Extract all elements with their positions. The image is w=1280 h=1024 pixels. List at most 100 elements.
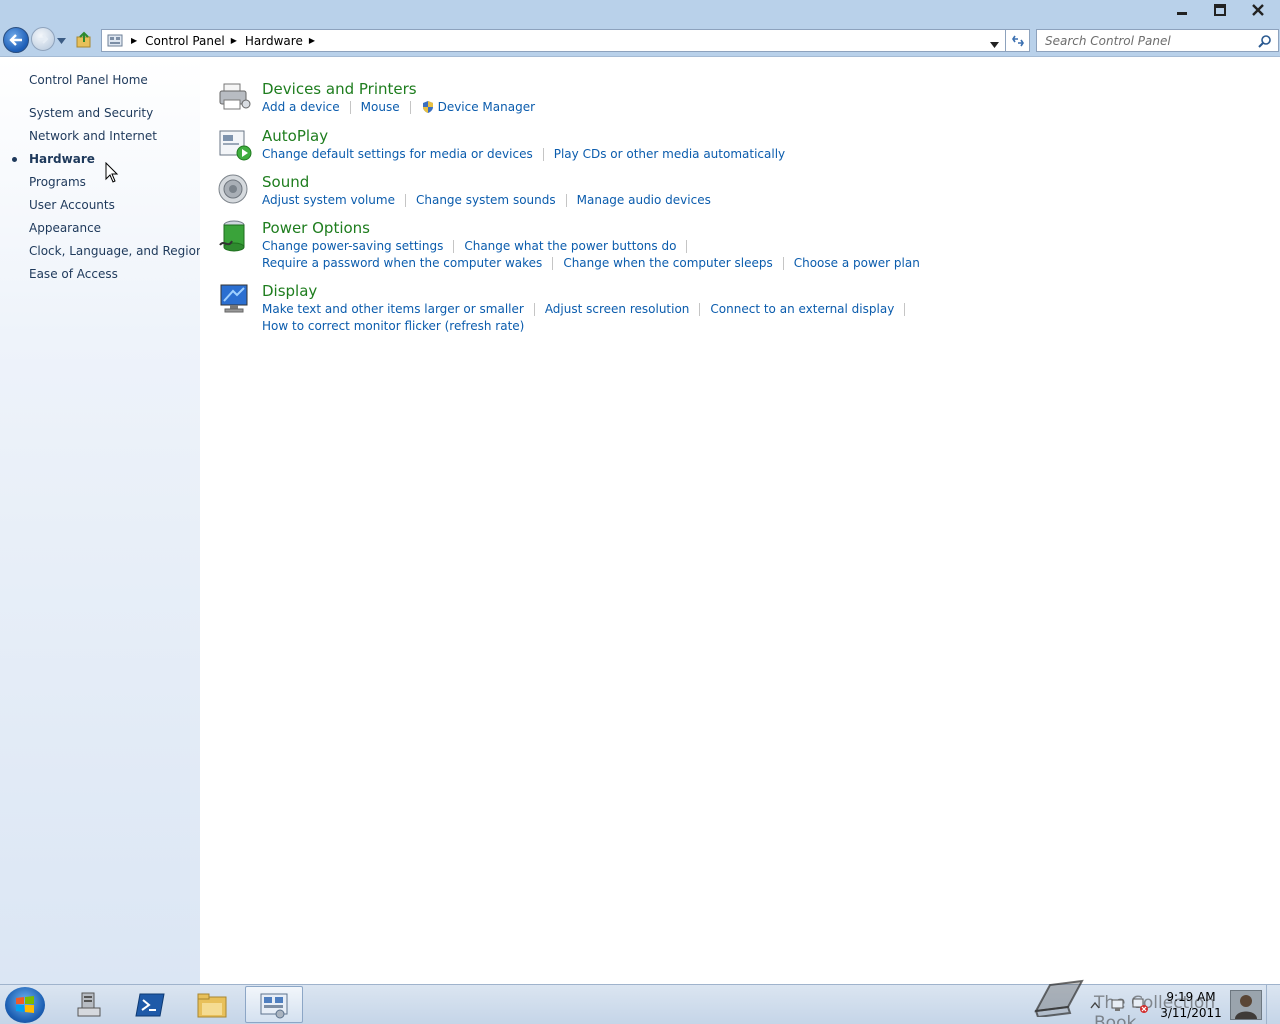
link-separator <box>699 302 701 316</box>
speaker-icon[interactable] <box>218 173 252 207</box>
arrow-right-icon <box>38 34 49 44</box>
printer-icon[interactable] <box>218 80 252 114</box>
search-icon[interactable] <box>1258 34 1272 48</box>
taskbar-server-manager[interactable] <box>60 986 118 1023</box>
action-center-icon[interactable] <box>1132 997 1148 1013</box>
choose-power-plan-link[interactable]: Choose a power plan <box>794 256 920 270</box>
link-separator <box>404 193 406 207</box>
devices-and-printers-link[interactable]: Devices and Printers <box>262 80 417 98</box>
display-tasks-row-2: How to correct monitor flicker (refresh … <box>262 319 524 333</box>
change-power-saving-settings-link[interactable]: Change power-saving settings <box>262 239 443 253</box>
devices-and-printers-tasks: Add a device Mouse Device Manager <box>262 100 535 114</box>
sidebar: Control Panel Home System and Security N… <box>0 58 204 984</box>
start-button[interactable] <box>5 987 45 1023</box>
add-a-device-link[interactable]: Add a device <box>262 100 340 114</box>
arrow-left-icon <box>9 34 22 46</box>
windows-logo-icon <box>16 996 34 1013</box>
sidebar-item-system-and-security[interactable]: System and Security <box>29 106 153 120</box>
sidebar-item-programs[interactable]: Programs <box>29 175 86 189</box>
show-hidden-icons-icon[interactable] <box>1090 1001 1100 1009</box>
autoplay-tasks: Change default settings for media or dev… <box>262 147 785 161</box>
restore-button[interactable] <box>1208 0 1232 20</box>
taskbar-explorer[interactable] <box>183 986 241 1023</box>
breadcrumb-hardware[interactable]: Hardware <box>245 34 303 48</box>
control-panel-icon <box>107 34 123 46</box>
sidebar-item-ease-of-access[interactable]: Ease of Access <box>29 267 118 281</box>
sidebar-item-network-and-internet[interactable]: Network and Internet <box>29 129 157 143</box>
server-manager-icon <box>77 992 101 1016</box>
link-separator <box>565 193 567 207</box>
navigation-bar: ▶ Control Panel ▶ Hardware ▶ <box>0 24 1280 57</box>
up-folder-button[interactable] <box>76 31 92 49</box>
device-manager-link[interactable]: Device Manager <box>438 100 535 114</box>
address-dropdown-button[interactable] <box>990 37 999 51</box>
power-options-link[interactable]: Power Options <box>262 219 370 237</box>
play-cds-automatically-link[interactable]: Play CDs or other media automatically <box>554 147 785 161</box>
link-separator <box>904 302 906 316</box>
recent-pages-button[interactable] <box>57 33 66 47</box>
breadcrumb-control-panel[interactable]: Control Panel <box>145 34 225 48</box>
refresh-icon <box>1011 35 1024 46</box>
sidebar-item-user-accounts[interactable]: User Accounts <box>29 198 115 212</box>
back-button[interactable] <box>3 27 29 53</box>
current-item-bullet <box>12 157 17 162</box>
sidebar-control-panel-home[interactable]: Control Panel Home <box>29 73 148 87</box>
taskbar-control-panel[interactable] <box>245 986 303 1023</box>
change-system-sounds-link[interactable]: Change system sounds <box>416 193 556 207</box>
breadcrumb-separator[interactable]: ▶ <box>131 36 137 45</box>
require-password-on-wake-link[interactable]: Require a password when the computer wak… <box>262 256 542 270</box>
close-button[interactable] <box>1246 0 1270 20</box>
adjust-screen-resolution-link[interactable]: Adjust screen resolution <box>545 302 690 316</box>
system-clock[interactable]: 9:19 AM 3/11/2011 <box>1160 989 1222 1021</box>
restore-icon <box>1214 4 1226 16</box>
avatar <box>1230 990 1262 1020</box>
sidebar-item-appearance[interactable]: Appearance <box>29 221 101 235</box>
change-default-media-settings-link[interactable]: Change default settings for media or dev… <box>262 147 533 161</box>
taskbar-powershell[interactable] <box>121 986 179 1023</box>
refresh-button[interactable] <box>1006 29 1030 52</box>
user-silhouette-icon <box>1235 995 1257 1019</box>
change-power-buttons-link[interactable]: Change what the power buttons do <box>464 239 676 253</box>
monitor-flicker-help-link[interactable]: How to correct monitor flicker (refresh … <box>262 319 524 333</box>
manage-audio-devices-link[interactable]: Manage audio devices <box>577 193 711 207</box>
search-input[interactable] <box>1037 33 1247 48</box>
power-options-tasks-row-1: Change power-saving settings Change what… <box>262 239 697 253</box>
link-separator <box>542 147 544 161</box>
folder-icon <box>197 993 227 1017</box>
address-bar[interactable]: ▶ Control Panel ▶ Hardware ▶ <box>101 29 1006 52</box>
search-box[interactable] <box>1036 29 1279 52</box>
clock-time: 9:19 AM <box>1166 990 1216 1004</box>
window-controls <box>1170 0 1270 20</box>
breadcrumb-separator[interactable]: ▶ <box>309 36 315 45</box>
connect-external-display-link[interactable]: Connect to an external display <box>710 302 894 316</box>
sidebar-item-hardware[interactable]: Hardware <box>29 152 95 166</box>
link-separator <box>552 256 554 270</box>
link-separator <box>686 239 688 253</box>
autoplay-link[interactable]: AutoPlay <box>262 127 328 145</box>
battery-icon[interactable] <box>218 219 252 253</box>
chevron-down-icon <box>990 42 999 48</box>
make-text-larger-link[interactable]: Make text and other items larger or smal… <box>262 302 524 316</box>
link-separator <box>782 256 784 270</box>
shield-icon <box>422 101 433 113</box>
mouse-link[interactable]: Mouse <box>361 100 400 114</box>
minimize-button[interactable] <box>1170 0 1194 20</box>
sidebar-item-clock-language-region[interactable]: Clock, Language, and Region <box>29 244 204 258</box>
forward-button[interactable] <box>31 27 55 51</box>
breadcrumb-separator[interactable]: ▶ <box>231 36 237 45</box>
adjust-system-volume-link[interactable]: Adjust system volume <box>262 193 395 207</box>
main-content: Devices and Printers Add a device Mouse … <box>200 58 1280 984</box>
link-separator <box>349 100 351 114</box>
display-link[interactable]: Display <box>262 282 317 300</box>
mouse-cursor-icon <box>105 162 119 183</box>
change-when-computer-sleeps-link[interactable]: Change when the computer sleeps <box>563 256 772 270</box>
clock-date: 3/11/2011 <box>1160 1006 1222 1020</box>
monitor-icon[interactable] <box>218 282 252 316</box>
link-separator <box>453 239 455 253</box>
network-icon[interactable] <box>1110 997 1126 1013</box>
powershell-icon <box>135 993 165 1016</box>
show-desktop-button[interactable] <box>1266 985 1280 1024</box>
taskbar: The Collection Book 9:19 AM 3/11/2011 <box>0 979 1280 1024</box>
autoplay-icon[interactable] <box>218 127 252 161</box>
sound-link[interactable]: Sound <box>262 173 309 191</box>
